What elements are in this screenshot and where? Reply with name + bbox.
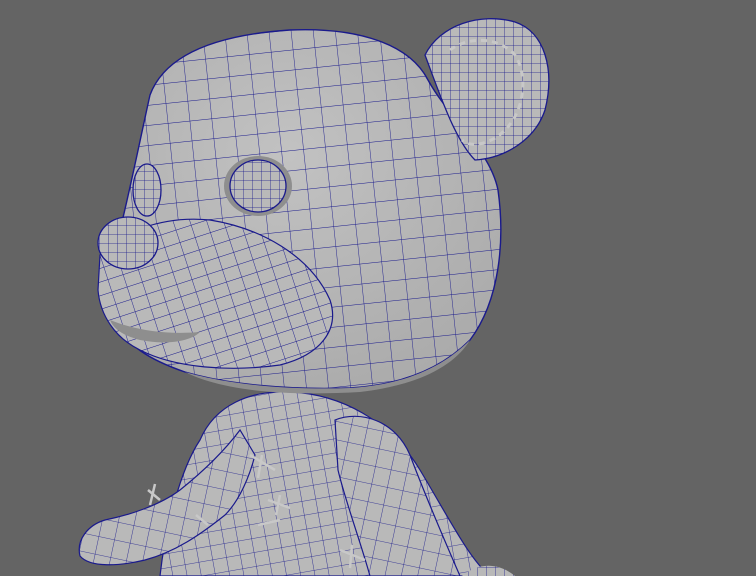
bear-eye-right-mesh[interactable] (224, 156, 292, 216)
bear-eye-left-mesh[interactable] (132, 163, 162, 217)
viewport-canvas[interactable] (0, 0, 756, 576)
bear-nose-mesh[interactable] (97, 216, 159, 270)
3d-viewport[interactable] (0, 0, 756, 576)
